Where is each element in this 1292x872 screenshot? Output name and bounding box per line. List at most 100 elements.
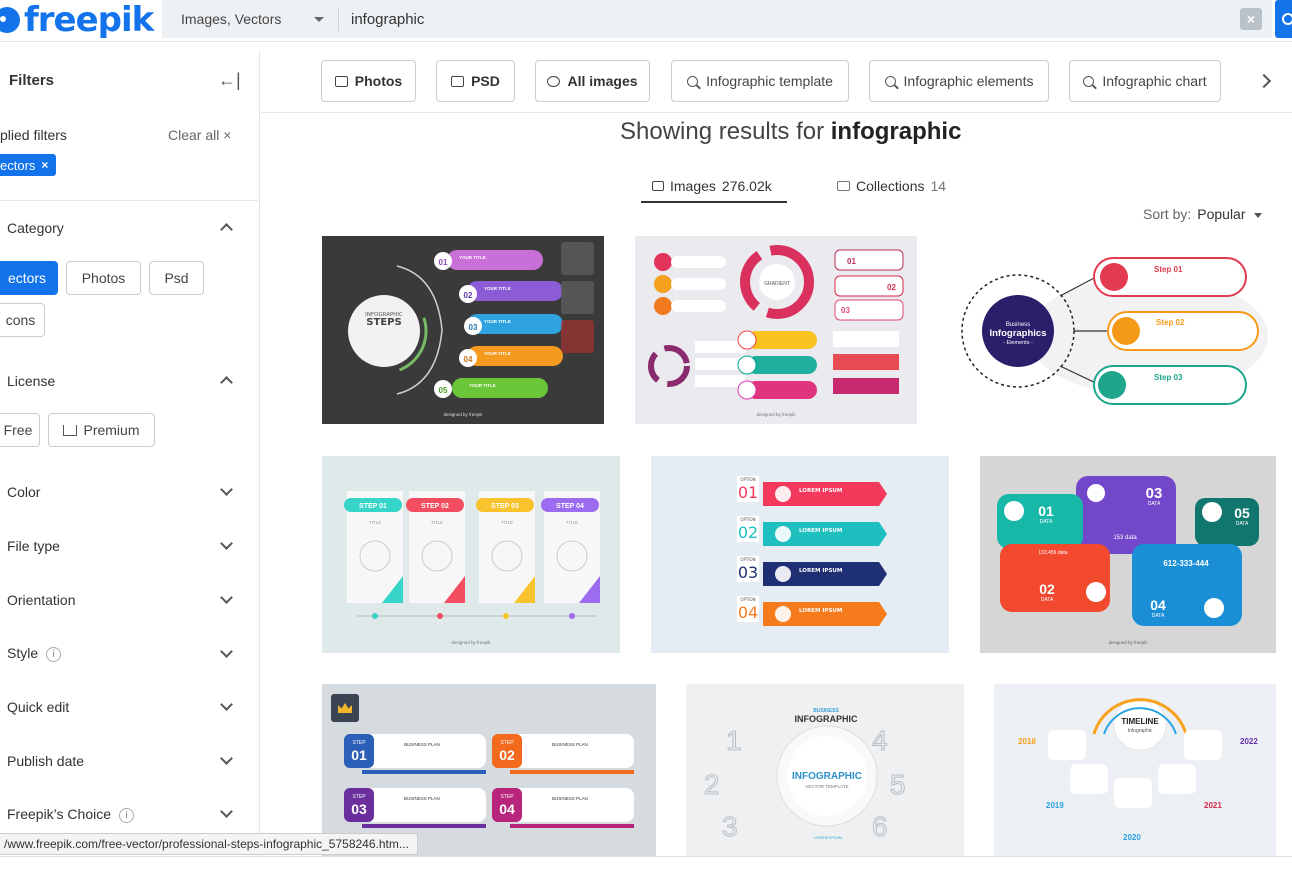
result-thumbnail-6[interactable]: 01 DATA 03 DATA 05 DATA 02 DATA 04 DATA … bbox=[980, 456, 1276, 653]
orientation-filter[interactable]: Orientation bbox=[7, 592, 75, 608]
svg-text:STEP: STEP bbox=[352, 740, 366, 746]
results-title: Showing results for infographic bbox=[620, 118, 962, 145]
tab-images[interactable]: Images 276.02k bbox=[652, 178, 772, 194]
result-thumbnail-4[interactable]: STEP 01 STEP 02 STEP 03 STEP 04 TITLE TI… bbox=[322, 456, 620, 653]
quick-filter-infographic-template[interactable]: Infographic template bbox=[671, 60, 849, 102]
search-type-select[interactable]: Images, Vectors bbox=[162, 0, 338, 38]
license-premium[interactable]: Premium bbox=[48, 413, 155, 447]
svg-text:designed by freepik: designed by freepik bbox=[1108, 640, 1148, 645]
svg-text:5: 5 bbox=[890, 769, 906, 800]
search-icon bbox=[687, 75, 699, 87]
sort-dropdown[interactable]: Sort by: Popular bbox=[1143, 206, 1262, 222]
quick-filter-photos[interactable]: Photos bbox=[321, 60, 416, 102]
license-title[interactable]: License bbox=[7, 373, 55, 389]
category-icons[interactable]: cons bbox=[0, 303, 45, 337]
chevron-down-icon[interactable] bbox=[220, 484, 232, 496]
svg-text:Step 01: Step 01 bbox=[1154, 265, 1183, 274]
color-filter[interactable]: Color bbox=[7, 484, 40, 500]
clear-all-button[interactable]: Clear all × bbox=[168, 127, 231, 143]
chevron-up-icon[interactable] bbox=[220, 220, 232, 232]
svg-text:2: 2 bbox=[704, 769, 720, 800]
add-to-collection-icon[interactable] bbox=[561, 281, 594, 314]
publish-date-filter[interactable]: Publish date bbox=[7, 753, 84, 769]
svg-text:02: 02 bbox=[1039, 581, 1055, 597]
thumbnail-actions bbox=[561, 242, 594, 353]
svg-text:LOREM IPSUM: LOREM IPSUM bbox=[814, 835, 842, 840]
svg-text:BUSINESS PLAN: BUSINESS PLAN bbox=[552, 742, 588, 747]
svg-text:LOREM IPSUM: LOREM IPSUM bbox=[799, 488, 842, 494]
chevron-down-icon[interactable] bbox=[220, 806, 232, 818]
heart-icon[interactable] bbox=[561, 242, 594, 275]
search-icon bbox=[1083, 75, 1095, 87]
result-thumbnail-8[interactable]: BUSINESS INFOGRAPHIC INFOGRAPHIC VECTOR … bbox=[686, 684, 964, 856]
svg-text:YOUR TITLE: YOUR TITLE bbox=[459, 255, 486, 260]
chevron-down-icon[interactable] bbox=[220, 753, 232, 765]
svg-text:153 data: 153 data bbox=[1113, 535, 1137, 541]
svg-text:designed by freepik: designed by freepik bbox=[756, 412, 796, 417]
freepiks-choice-filter[interactable]: Freepik’s Choice i bbox=[7, 806, 135, 823]
quick-filter-infographic-elements[interactable]: Infographic elements bbox=[869, 60, 1049, 102]
search-input[interactable] bbox=[339, 0, 1240, 38]
chevron-down-icon[interactable] bbox=[220, 646, 232, 658]
close-icon[interactable]: × bbox=[41, 158, 48, 172]
result-thumbnail-2[interactable]: GRADIENT 01 02 03 designed by freepik bbox=[635, 236, 917, 424]
info-icon[interactable]: i bbox=[119, 807, 135, 823]
svg-text:03: 03 bbox=[469, 323, 478, 332]
freepik-logo[interactable]: freepik bbox=[0, 0, 154, 40]
clear-search-button[interactable]: × bbox=[1240, 8, 1262, 30]
svg-text:6: 6 bbox=[872, 811, 888, 842]
svg-text:01: 01 bbox=[1038, 503, 1054, 519]
result-thumbnail-7[interactable]: STEP 01 STEP 02 STEP 03 STEP 04 BUSINESS… bbox=[322, 684, 656, 856]
applied-filters-label: plied filters bbox=[0, 127, 67, 143]
category-vectors[interactable]: ectors bbox=[0, 261, 58, 295]
svg-text:03: 03 bbox=[841, 306, 850, 315]
chevron-right-icon[interactable] bbox=[1259, 74, 1271, 86]
svg-text:02: 02 bbox=[464, 291, 473, 300]
svg-text:2021: 2021 bbox=[1204, 801, 1222, 810]
pinterest-icon[interactable] bbox=[561, 320, 594, 353]
chevron-down-icon bbox=[314, 16, 324, 22]
svg-text:STEP 03: STEP 03 bbox=[491, 503, 519, 510]
svg-text:3: 3 bbox=[722, 811, 738, 842]
chevron-down-icon[interactable] bbox=[220, 699, 232, 711]
category-psd[interactable]: Psd bbox=[149, 261, 204, 295]
crown-icon bbox=[63, 424, 78, 436]
search-button[interactable] bbox=[1275, 0, 1292, 38]
svg-text:DATA: DATA bbox=[1041, 597, 1054, 603]
svg-text:YOUR TITLE: YOUR TITLE bbox=[484, 351, 511, 356]
tab-collections[interactable]: Collections 14 bbox=[837, 178, 946, 194]
info-icon[interactable]: i bbox=[46, 646, 62, 662]
svg-text:133,456 data: 133,456 data bbox=[1038, 550, 1067, 556]
quick-filter-infographic-chart[interactable]: Infographic chart bbox=[1069, 60, 1221, 102]
file-type-filter[interactable]: File type bbox=[7, 538, 60, 554]
result-thumbnail-3[interactable]: Business Infographics - Elements - Step … bbox=[948, 236, 1276, 424]
svg-text:02: 02 bbox=[499, 747, 515, 763]
search-icon bbox=[884, 75, 896, 87]
chevron-up-icon[interactable] bbox=[220, 373, 232, 385]
quick-filter-psd[interactable]: PSD bbox=[436, 60, 515, 102]
style-filter[interactable]: Style i bbox=[7, 645, 62, 662]
quick-edit-filter[interactable]: Quick edit bbox=[7, 699, 69, 715]
svg-text:DATA: DATA bbox=[1152, 613, 1165, 619]
svg-text:STEP: STEP bbox=[500, 794, 514, 800]
quick-filter-all-images[interactable]: All images bbox=[535, 60, 650, 102]
chevron-down-icon[interactable] bbox=[220, 592, 232, 604]
result-thumbnail-5[interactable]: OPTION OPTION OPTION OPTION 01 02 03 04 … bbox=[651, 456, 949, 653]
top-bar: freepik Images, Vectors × bbox=[0, 0, 1292, 42]
result-thumbnail-9[interactable]: TIMELINE Infographic 2018 2019 2020 2021… bbox=[994, 684, 1276, 856]
applied-filter-chip[interactable]: ectors × bbox=[0, 154, 57, 176]
svg-text:04: 04 bbox=[738, 603, 758, 622]
svg-text:04: 04 bbox=[464, 355, 473, 364]
svg-text:04: 04 bbox=[1150, 597, 1166, 613]
chevron-down-icon[interactable] bbox=[220, 538, 232, 550]
category-photos[interactable]: Photos bbox=[66, 261, 141, 295]
svg-text:OPTION: OPTION bbox=[740, 477, 755, 482]
license-free[interactable]: Free bbox=[0, 413, 40, 447]
category-title[interactable]: Category bbox=[7, 220, 64, 236]
filters-title: Filters bbox=[9, 72, 55, 89]
image-icon bbox=[334, 75, 348, 87]
shapes-icon bbox=[547, 75, 561, 87]
svg-text:TITLE: TITLE bbox=[431, 520, 443, 525]
collapse-sidebar-icon[interactable]: ←| bbox=[218, 70, 241, 91]
svg-text:03: 03 bbox=[351, 801, 367, 817]
